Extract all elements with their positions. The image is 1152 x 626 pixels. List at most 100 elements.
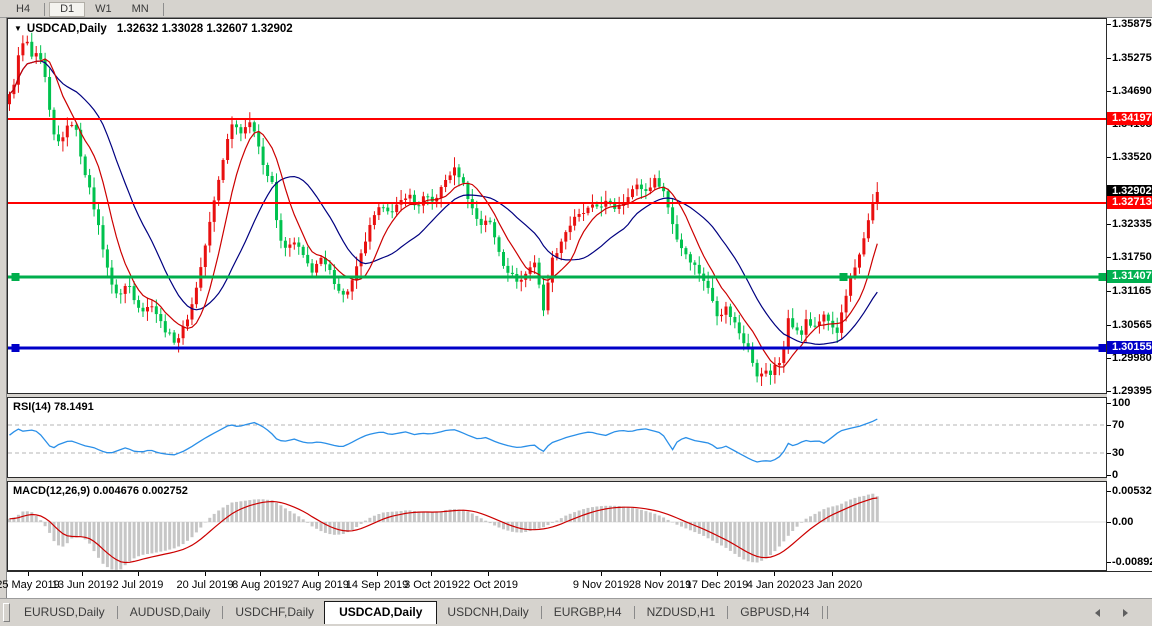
timeframe-toolbar: H4 D1W1MN (0, 0, 1152, 18)
chart-symbol: USDCAD,Daily (27, 23, 107, 35)
price-chart-panel[interactable]: ▼ USDCAD,Daily 1.32632 1.33028 1.32607 1.3… (7, 18, 1107, 394)
tab-separator (827, 606, 828, 619)
toolbar-separator (163, 3, 164, 16)
price-level-box: 1.30155 (1107, 341, 1152, 354)
price-scale-tick (1107, 325, 1111, 326)
tab-separator (634, 606, 635, 619)
tabbar-grip[interactable] (3, 603, 10, 622)
time-scale-tick (601, 572, 602, 576)
rsi-scale-label: 30 (1112, 447, 1124, 459)
time-scale-tick (82, 572, 83, 576)
toolbar-separator (44, 3, 45, 16)
time-scale-tick (488, 572, 489, 576)
time-scale-label: 22 Oct 2019 (458, 579, 518, 591)
price-scale-tick (1107, 358, 1111, 359)
price-scale-label: 1.34690 (1112, 85, 1152, 97)
timeframe-button-mn[interactable]: MN (122, 2, 159, 17)
macd-scale-tick (1107, 522, 1111, 523)
macd-scale-label: 0.005324 (1112, 485, 1152, 497)
time-scale-tick (260, 572, 261, 576)
tab-usdcnh[interactable]: USDCNH,Daily (437, 602, 538, 622)
price-scale-tick (1107, 391, 1111, 392)
rsi-plot[interactable] (8, 398, 1106, 477)
tabs-scroll-left-icon[interactable] (1095, 609, 1100, 617)
chart-ohlc-values: 1.32632 1.33028 1.32607 1.32902 (117, 23, 293, 35)
macd-scale-label: 0.00 (1112, 516, 1133, 528)
rsi-scale-label: 0 (1112, 469, 1118, 481)
tab-eurusd[interactable]: EURUSD,Daily (14, 602, 115, 622)
time-scale-label: 27 Aug 2019 (287, 579, 349, 591)
rsi-panel[interactable]: RSI(14) 78.1491 (7, 397, 1107, 478)
tab-separator (222, 606, 223, 619)
price-scale-tick (1107, 58, 1111, 59)
tab-separator (822, 606, 823, 619)
time-scale-tick (431, 572, 432, 576)
rsi-label: RSI(14) 78.1491 (13, 401, 94, 413)
price-level-box: 1.32713 (1107, 196, 1152, 209)
price-scale-tick (1107, 291, 1111, 292)
rsi-scale-label: 100 (1112, 397, 1130, 409)
time-scale-tick (717, 572, 718, 576)
price-level-box: 1.34197 (1107, 112, 1152, 125)
tab-usdcad[interactable]: USDCAD,Daily (324, 601, 437, 624)
rsi-scale-tick (1107, 425, 1111, 426)
price-scale-tick (1107, 257, 1111, 258)
price-scale-label: 1.31750 (1112, 251, 1152, 263)
price-scale-label: 1.29395 (1112, 385, 1152, 397)
time-scale-tick (28, 572, 29, 576)
chart-title: ▼ USDCAD,Daily 1.32632 1.33028 1.32607 1.3… (14, 23, 293, 35)
time-scale-tick (205, 572, 206, 576)
chevron-down-icon[interactable]: ▼ (14, 24, 22, 33)
tab-separator (727, 606, 728, 619)
price-scale-tick (1107, 157, 1111, 158)
time-scale-label: 23 Jan 2020 (802, 579, 863, 591)
time-scale-tick (774, 572, 775, 576)
time-scale[interactable]: 25 May 201913 Jun 20192 Jul 201920 Jul 2… (7, 571, 1152, 598)
rsi-scale-tick (1107, 475, 1111, 476)
time-scale-label: 9 Nov 2019 (573, 579, 629, 591)
price-scale-tick (1107, 224, 1111, 225)
time-scale-label: 14 Sep 2019 (346, 579, 408, 591)
price-scale-tick (1107, 24, 1111, 25)
time-scale-label: 4 Jan 2020 (747, 579, 801, 591)
price-level-box: 1.31407 (1107, 270, 1152, 283)
macd-scale-tick (1107, 562, 1111, 563)
tab-usdchf[interactable]: USDCHF,Daily (225, 602, 324, 622)
tab-nzdusd[interactable]: NZDUSD,H1 (637, 602, 726, 622)
time-scale-label: 20 Jul 2019 (177, 579, 234, 591)
time-scale-label: 3 Oct 2019 (404, 579, 458, 591)
price-scale-label: 1.33520 (1112, 151, 1152, 163)
price-scale-label: 1.30565 (1112, 319, 1152, 331)
tabs-scroll-right-icon[interactable] (1123, 609, 1128, 617)
macd-panel[interactable]: MACD(12,26,9) 0.004676 0.002752 (7, 481, 1107, 571)
tab-separator (541, 606, 542, 619)
timeframe-button-h4[interactable]: H4 (6, 2, 40, 17)
time-scale-label: 17 Dec 2019 (686, 579, 748, 591)
timeframe-button-d1[interactable]: D1 (49, 2, 85, 17)
time-scale-tick (660, 572, 661, 576)
time-scale-tick (138, 572, 139, 576)
time-scale-label: 8 Aug 2019 (232, 579, 288, 591)
macd-scale-label: -0.008929 (1112, 556, 1152, 568)
time-scale-label: 28 Nov 2019 (629, 579, 691, 591)
time-scale-tick (377, 572, 378, 576)
tab-gbpusd[interactable]: GBPUSD,H4 (730, 602, 819, 622)
tab-audusd[interactable]: AUDUSD,Daily (120, 602, 221, 622)
time-scale-tick (832, 572, 833, 576)
price-scale-tick (1107, 91, 1111, 92)
tab-eurgbp[interactable]: EURGBP,H4 (544, 602, 632, 622)
time-scale-tick (318, 572, 319, 576)
price-scale[interactable]: 1.358751.352751.346901.341051.335201.323… (1107, 18, 1152, 571)
timeframe-button-w1[interactable]: W1 (85, 2, 122, 17)
rsi-scale-label: 70 (1112, 419, 1124, 431)
price-scale-label: 1.35875 (1112, 18, 1152, 30)
rsi-scale-tick (1107, 453, 1111, 454)
candlestick-chart[interactable] (8, 19, 1106, 393)
time-scale-label: 2 Jul 2019 (113, 579, 164, 591)
macd-scale-tick (1107, 491, 1111, 492)
time-scale-label: 13 Jun 2019 (52, 579, 113, 591)
rsi-scale-tick (1107, 403, 1111, 404)
tab-separator (117, 606, 118, 619)
price-scale-label: 1.35275 (1112, 52, 1152, 64)
macd-label: MACD(12,26,9) 0.004676 0.002752 (13, 485, 188, 497)
